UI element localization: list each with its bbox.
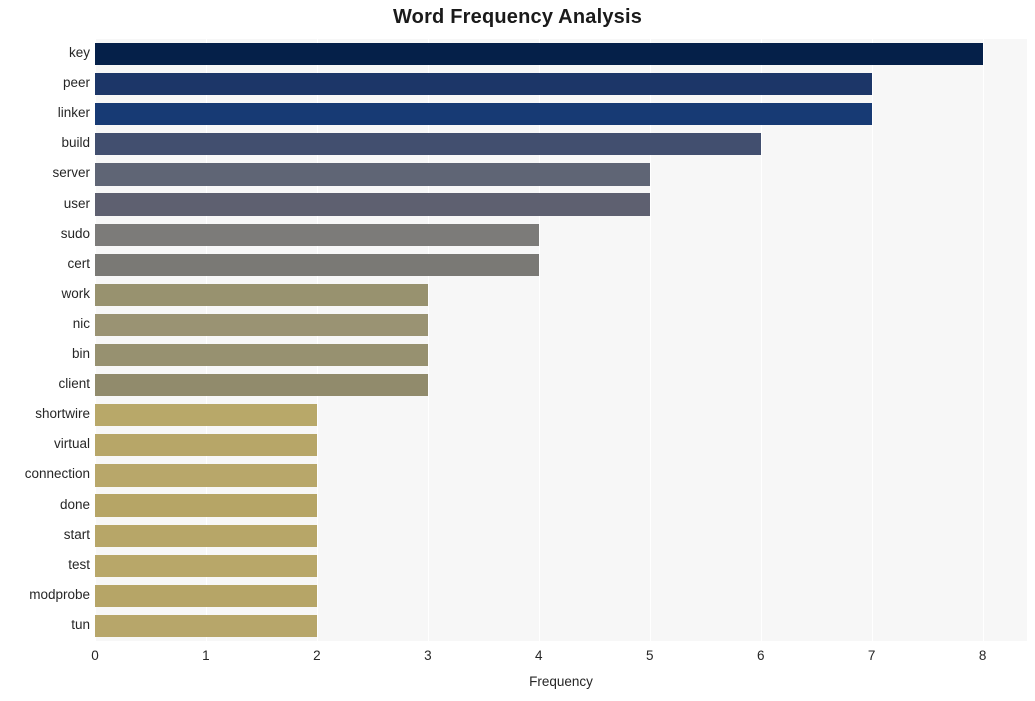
y-tick-label-modprobe: modprobe	[29, 586, 90, 602]
bar-work	[95, 283, 428, 306]
bar-bin	[95, 343, 428, 367]
chart-title: Word Frequency Analysis	[392, 6, 643, 28]
bar-key	[95, 42, 983, 66]
bar-client	[95, 374, 428, 397]
y-tick-label-sudo: sudo	[60, 225, 90, 241]
bar-row	[95, 163, 1027, 186]
bar-row	[95, 584, 1027, 607]
y-tick-label-done: done	[59, 496, 90, 512]
plot-area	[95, 39, 1027, 641]
y-tick-label-bin: bin	[71, 346, 90, 362]
y-tick-label-server: server	[52, 165, 90, 181]
x-tick-label-4: 4	[535, 648, 543, 663]
x-axis-title: Frequency	[529, 674, 593, 689]
bar-linker	[95, 103, 872, 126]
x-tick-label-6: 6	[756, 648, 765, 663]
y-tick-label-peer: peer	[62, 75, 90, 91]
x-tick-label-5: 5	[645, 648, 654, 663]
y-tick-label-user: user	[63, 195, 90, 211]
bar-start	[95, 524, 317, 547]
y-tick-label-cert: cert	[67, 255, 90, 271]
bar-server	[95, 163, 650, 186]
bar-row	[95, 283, 1027, 306]
bar-done	[95, 494, 317, 517]
bar-row	[95, 42, 1027, 66]
word-frequency-bar-chart: Word Frequency Analysis key peer linker bui…	[0, 0, 1035, 701]
bar-row	[95, 374, 1027, 397]
y-tick-label-work: work	[61, 285, 90, 301]
x-tick-label-3: 3	[424, 648, 432, 663]
x-tick-label-7: 7	[867, 648, 876, 663]
y-axis-tick-labels: key peer linker build server user sudo cert work…	[0, 39, 90, 641]
x-tick-label-0: 0	[91, 648, 99, 663]
y-tick-label-linker: linker	[57, 105, 90, 121]
bar-peer	[95, 73, 872, 96]
bar-nic	[95, 313, 428, 337]
bar-build	[95, 133, 761, 156]
bar-modprobe	[95, 584, 317, 607]
y-tick-label-connection: connection	[24, 466, 90, 482]
bar-row	[95, 193, 1027, 216]
bar-row	[95, 253, 1027, 276]
bar-test	[95, 554, 317, 577]
bar-row	[95, 524, 1027, 547]
y-tick-label-shortwire: shortwire	[35, 406, 90, 422]
bar-connection	[95, 464, 317, 487]
y-tick-label-start: start	[63, 526, 90, 542]
bar-row	[95, 554, 1027, 577]
bar-row	[95, 494, 1027, 517]
bar-user	[95, 193, 650, 216]
bar-virtual	[95, 434, 317, 457]
bar-cert	[95, 253, 539, 276]
bar-shortwire	[95, 404, 317, 427]
bar-row	[95, 434, 1027, 457]
bar-row	[95, 103, 1027, 126]
y-tick-label-virtual: virtual	[53, 436, 90, 452]
x-tick-label-1: 1	[202, 648, 210, 663]
bar-row	[95, 614, 1027, 638]
bar-row	[95, 464, 1027, 487]
y-tick-label-key: key	[68, 45, 90, 61]
x-tick-label-8: 8	[978, 648, 987, 663]
y-tick-label-test: test	[68, 556, 90, 572]
x-tick-label-2: 2	[313, 648, 321, 663]
bars-layer	[95, 39, 1027, 641]
y-tick-label-build: build	[61, 135, 90, 151]
bar-row	[95, 313, 1027, 337]
bar-row	[95, 223, 1027, 246]
bar-row	[95, 343, 1027, 367]
y-tick-label-tun: tun	[71, 616, 90, 632]
bar-row	[95, 73, 1027, 96]
bar-row	[95, 133, 1027, 156]
y-tick-label-client: client	[58, 376, 90, 392]
bar-tun	[95, 614, 317, 638]
bar-row	[95, 404, 1027, 427]
x-axis-tick-labels: 0 1 2 3 4 5 6 7 8	[0, 648, 1035, 670]
y-tick-label-nic: nic	[72, 315, 90, 331]
bar-sudo	[95, 223, 539, 246]
